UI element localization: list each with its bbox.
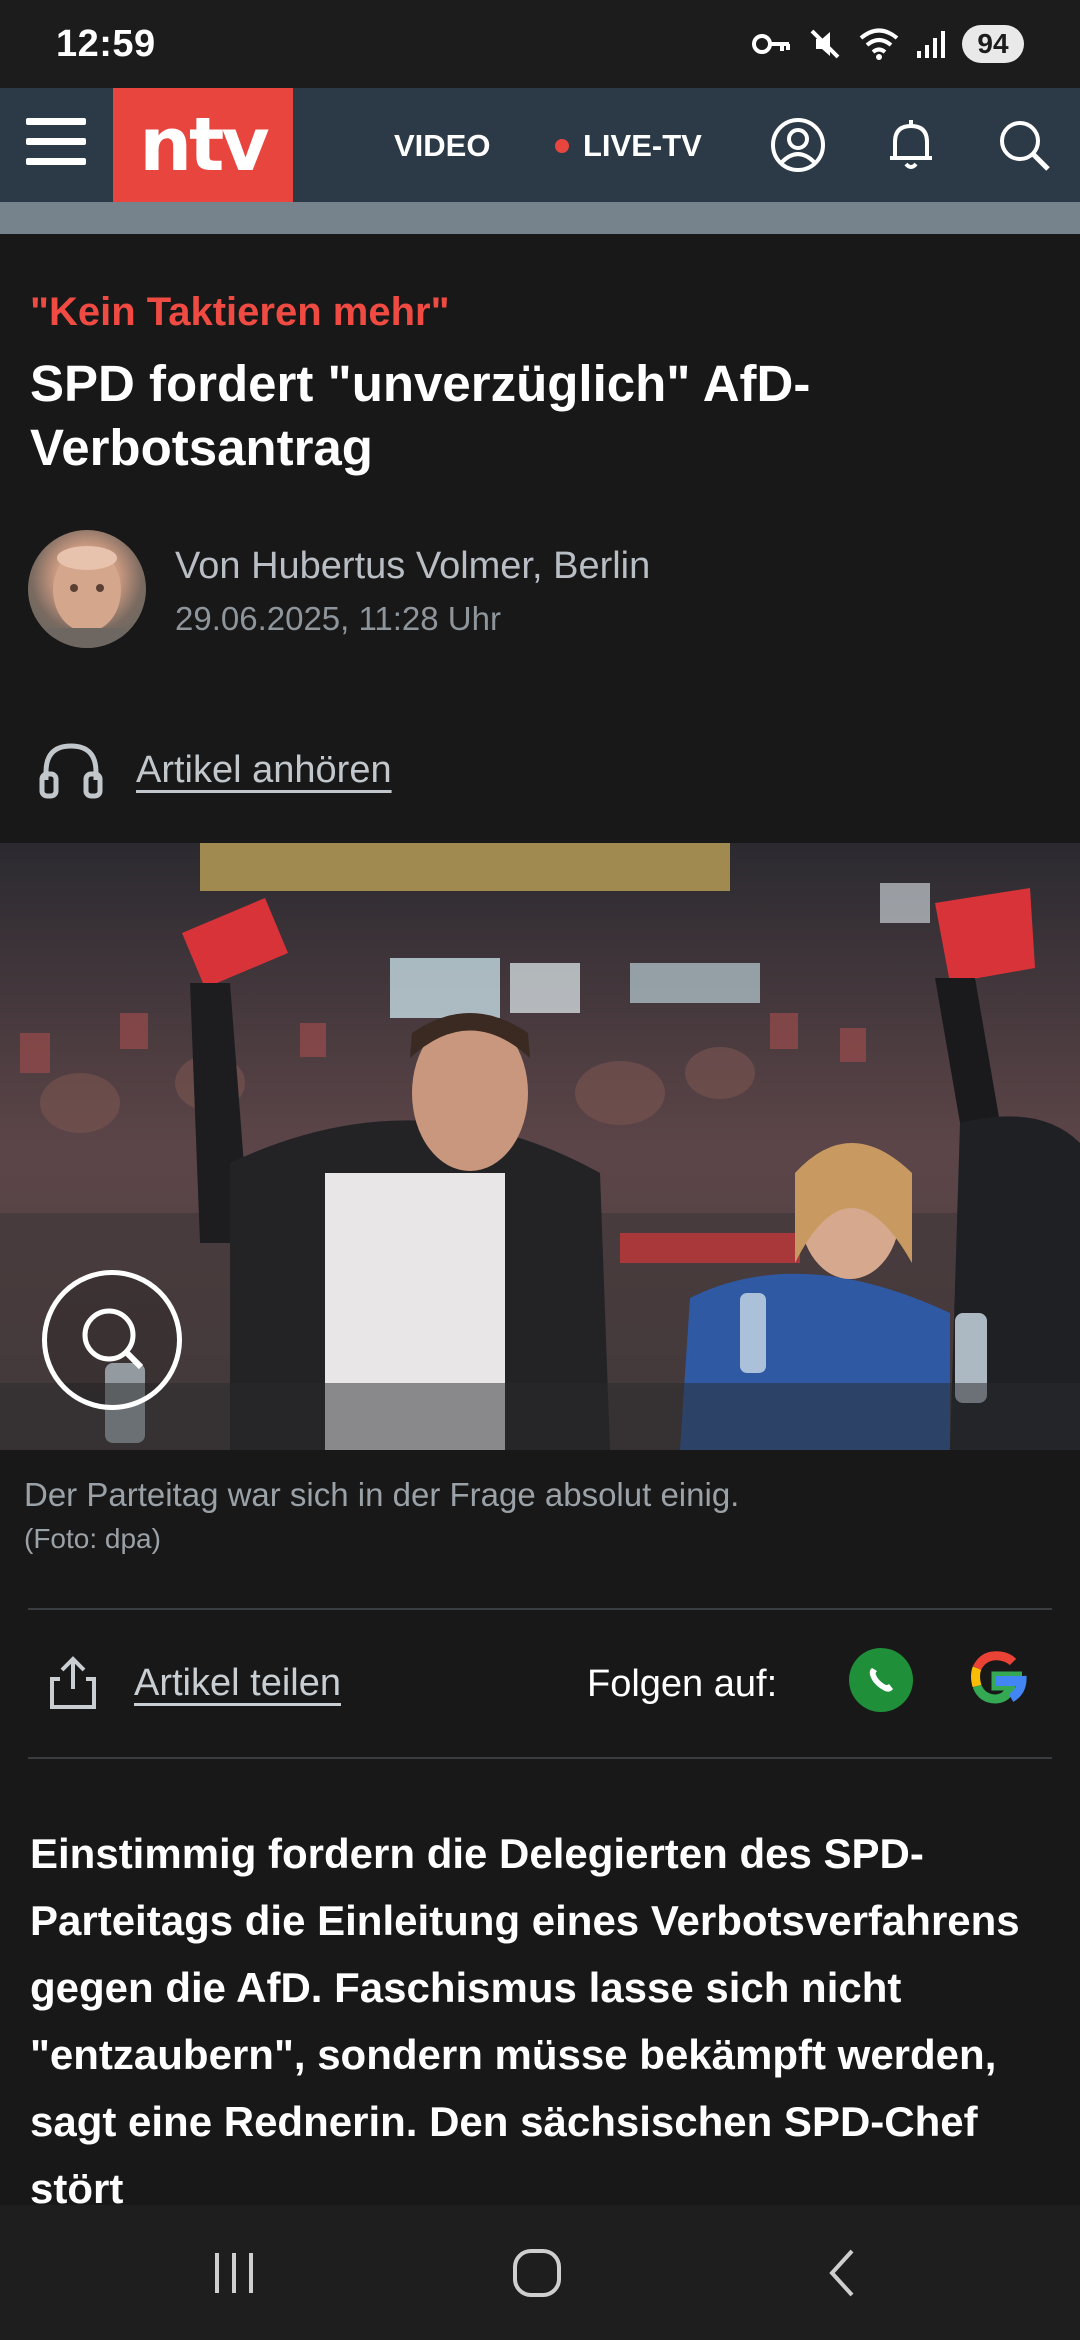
- home-icon: [513, 2248, 561, 2297]
- divider: [28, 1757, 1052, 1759]
- status-bar: 12:59 94: [0, 0, 1080, 88]
- ntv-logo[interactable]: ntv: [113, 88, 293, 202]
- logo-text: ntv: [139, 102, 269, 188]
- publish-date: 29.06.2025, 11:28 Uhr: [175, 600, 501, 637]
- search-icon[interactable]: [995, 116, 1053, 174]
- nav-live-tv-link[interactable]: LIVE-TV: [555, 128, 702, 164]
- author-avatar[interactable]: [28, 530, 146, 648]
- author-name: Von Hubertus Volmer, Berlin: [175, 545, 651, 587]
- google-follow-icon[interactable]: [962, 1646, 1030, 1714]
- share-icon: [50, 1656, 96, 1709]
- menu-icon-line: [26, 138, 86, 145]
- reading-progress-strip: [0, 202, 1080, 234]
- article-kicker: "Kein Taktieren mehr": [30, 290, 450, 334]
- photo-zoom-button[interactable]: [42, 1270, 182, 1410]
- wifi-icon: [859, 28, 899, 60]
- status-time: 12:59: [56, 22, 156, 65]
- page: 12:59 94 ntv VIDEO LIVE-TV "Kein Taktier…: [0, 0, 1080, 2340]
- mute-icon: [810, 29, 840, 59]
- menu-icon-line: [26, 158, 86, 165]
- menu-icon-line: [26, 118, 86, 125]
- recent-apps-button[interactable]: [175, 2205, 295, 2340]
- account-icon[interactable]: [769, 116, 827, 174]
- nav-video-link[interactable]: VIDEO: [394, 128, 490, 164]
- recent-apps-icon: [215, 2252, 253, 2293]
- whatsapp-follow-button[interactable]: [849, 1648, 913, 1712]
- zoom-icon: [82, 1308, 144, 1370]
- battery-indicator: 94: [962, 25, 1024, 63]
- share-label: Artikel teilen: [134, 1661, 341, 1704]
- key-icon: [752, 34, 790, 54]
- status-icons: 94: [752, 25, 1024, 63]
- whatsapp-icon: [869, 1668, 893, 1692]
- follow-label: Folgen auf:: [587, 1663, 778, 1705]
- divider: [28, 1608, 1052, 1610]
- system-nav-bar: [0, 2205, 1080, 2340]
- photo-credit: (Foto: dpa): [24, 1523, 161, 1554]
- article-lead: Einstimmig fordern die Delegierten des S…: [30, 1830, 1020, 2212]
- menu-button[interactable]: [26, 118, 86, 172]
- back-button[interactable]: [782, 2205, 902, 2340]
- signal-icon: [917, 31, 945, 58]
- share-article-button[interactable]: Artikel teilen: [48, 1655, 341, 1711]
- notification-bell-icon[interactable]: [882, 116, 940, 174]
- home-button[interactable]: [477, 2205, 597, 2340]
- photo-caption: Der Parteitag war sich in der Frage abso…: [24, 1476, 740, 1513]
- listen-label: Artikel anhören: [136, 748, 392, 791]
- article-headline: SPD fordert "unverzüglich" AfD-Verbotsan…: [30, 355, 811, 476]
- listen-article-button[interactable]: Artikel anhören: [38, 740, 392, 800]
- live-dot-icon: [555, 139, 569, 153]
- app-navbar: ntv VIDEO LIVE-TV: [0, 88, 1080, 202]
- back-icon: [829, 2249, 854, 2296]
- live-tv-label: LIVE-TV: [583, 128, 702, 163]
- headphones-icon: [39, 743, 103, 799]
